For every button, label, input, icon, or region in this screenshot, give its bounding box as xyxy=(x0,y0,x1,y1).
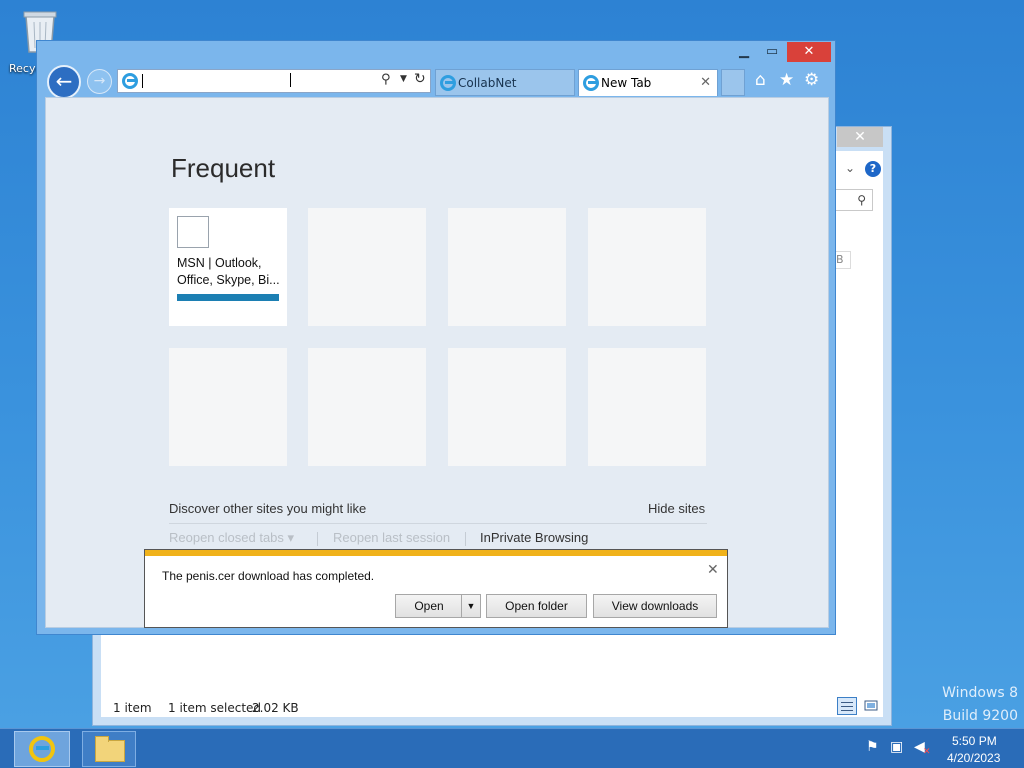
action-center-flag-icon[interactable]: ⚑ xyxy=(866,739,879,755)
favorites-star-icon[interactable]: ★ xyxy=(779,70,794,90)
ie-logo-icon xyxy=(440,75,456,91)
details-view-icon[interactable] xyxy=(837,697,857,715)
open-folder-button[interactable]: Open folder xyxy=(486,594,587,618)
open-button[interactable]: Open xyxy=(395,594,463,618)
tile-usage-bar xyxy=(177,294,279,301)
reopen-closed-tabs-link[interactable]: Reopen closed tabs ▾ xyxy=(169,530,294,546)
clock-time[interactable]: 5:50 PM xyxy=(952,734,997,748)
large-icons-view-icon[interactable] xyxy=(861,697,881,715)
status-size: 2.02 KB xyxy=(252,701,299,715)
status-selected: 1 item selected xyxy=(168,701,262,715)
frequent-tile-msn[interactable]: MSN | Outlook, Office, Skype, Bi... xyxy=(169,208,287,326)
tab-label: New Tab xyxy=(601,76,652,90)
ie-logo-icon xyxy=(122,73,138,89)
help-icon[interactable]: ? xyxy=(865,161,881,177)
explorer-search-input[interactable]: ⚲ xyxy=(835,189,873,211)
column-fragment: B xyxy=(835,251,851,269)
address-input[interactable] xyxy=(142,73,362,89)
reopen-last-session-link[interactable]: Reopen last session xyxy=(333,530,450,545)
frequent-tile-empty xyxy=(169,348,287,466)
mute-icon: ✕ xyxy=(923,747,931,757)
refresh-icon[interactable]: ↻ xyxy=(414,71,426,87)
status-item-count: 1 item xyxy=(113,701,152,715)
site-favicon-icon xyxy=(177,216,209,248)
view-downloads-button[interactable]: View downloads xyxy=(593,594,717,618)
forward-button[interactable]: → xyxy=(87,69,112,94)
taskbar-explorer-button[interactable] xyxy=(82,731,136,767)
dropdown-arrow-icon[interactable]: ▼ xyxy=(400,74,407,84)
notification-stripe xyxy=(145,550,727,556)
taskbar: ⚑ ▣ ◀ ✕ 5:50 PM 4/20/2023 xyxy=(0,728,1024,768)
tab-label: CollabNet xyxy=(458,76,517,90)
frequent-tile-empty xyxy=(588,348,706,466)
watermark-os: Windows 8 xyxy=(942,685,1018,701)
frequent-tile-empty xyxy=(308,348,426,466)
explorer-close-button[interactable]: ✕ xyxy=(837,127,883,147)
divider xyxy=(169,523,707,524)
notification-message: The penis.cer download has completed. xyxy=(162,569,375,583)
new-tab-button[interactable] xyxy=(721,69,745,96)
address-bar[interactable]: ⚲ ▼ ↻ xyxy=(117,69,431,93)
watermark-build: Build 9200 xyxy=(942,708,1018,724)
open-dropdown-button[interactable]: ▼ xyxy=(461,594,481,618)
gear-icon[interactable]: ⚙ xyxy=(804,70,819,90)
frequent-tile-empty xyxy=(448,208,566,326)
download-notification: The penis.cer download has completed. ✕ … xyxy=(144,549,728,628)
discover-sites-link[interactable]: Discover other sites you might like xyxy=(169,501,366,516)
close-button[interactable]: ✕ xyxy=(787,42,831,62)
network-icon[interactable]: ▣ xyxy=(890,739,903,755)
desktop: Recyc ✕ ⌄ ? ⚲ B 1 item 1 item selected 2… xyxy=(0,0,1024,728)
inprivate-browsing-link[interactable]: InPrivate Browsing xyxy=(480,530,588,545)
divider xyxy=(317,532,318,546)
frequent-tile-empty xyxy=(448,348,566,466)
browser-titlebar[interactable]: ▁ ▭ ✕ ← → ⚲ ▼ ↻ CollabNet New Tab ✕ ⌂ ★ … xyxy=(37,41,835,99)
close-icon[interactable]: ✕ xyxy=(700,70,711,96)
ie-logo-icon xyxy=(583,75,599,91)
browser-window[interactable]: ▁ ▭ ✕ ← → ⚲ ▼ ↻ CollabNet New Tab ✕ ⌂ ★ … xyxy=(36,40,836,635)
search-icon: ⚲ xyxy=(857,193,866,207)
page-title: Frequent xyxy=(171,153,276,183)
close-icon[interactable]: ✕ xyxy=(707,562,719,578)
home-icon[interactable]: ⌂ xyxy=(755,70,766,90)
tile-title: MSN | Outlook, Office, Skype, Bi... xyxy=(177,256,280,287)
folder-icon xyxy=(95,736,125,762)
frequent-tile-empty xyxy=(308,208,426,326)
tab-new-tab[interactable]: New Tab ✕ xyxy=(578,69,718,96)
back-button[interactable]: ← xyxy=(47,65,81,99)
clock-date[interactable]: 4/20/2023 xyxy=(947,751,1000,765)
divider xyxy=(465,532,466,546)
ibeam-cursor-icon xyxy=(290,73,292,87)
tab-collabnet[interactable]: CollabNet xyxy=(435,69,575,96)
hide-sites-link[interactable]: Hide sites xyxy=(648,501,705,516)
taskbar-ie-button[interactable] xyxy=(14,731,70,767)
frequent-tile-empty xyxy=(588,208,706,326)
maximize-button[interactable]: ▭ xyxy=(759,42,785,62)
text-caret xyxy=(142,74,143,88)
ie-logo-icon xyxy=(29,736,55,762)
chevron-down-icon[interactable]: ⌄ xyxy=(845,161,855,175)
search-icon[interactable]: ⚲ xyxy=(381,72,391,87)
minimize-button[interactable]: ▁ xyxy=(731,42,757,62)
